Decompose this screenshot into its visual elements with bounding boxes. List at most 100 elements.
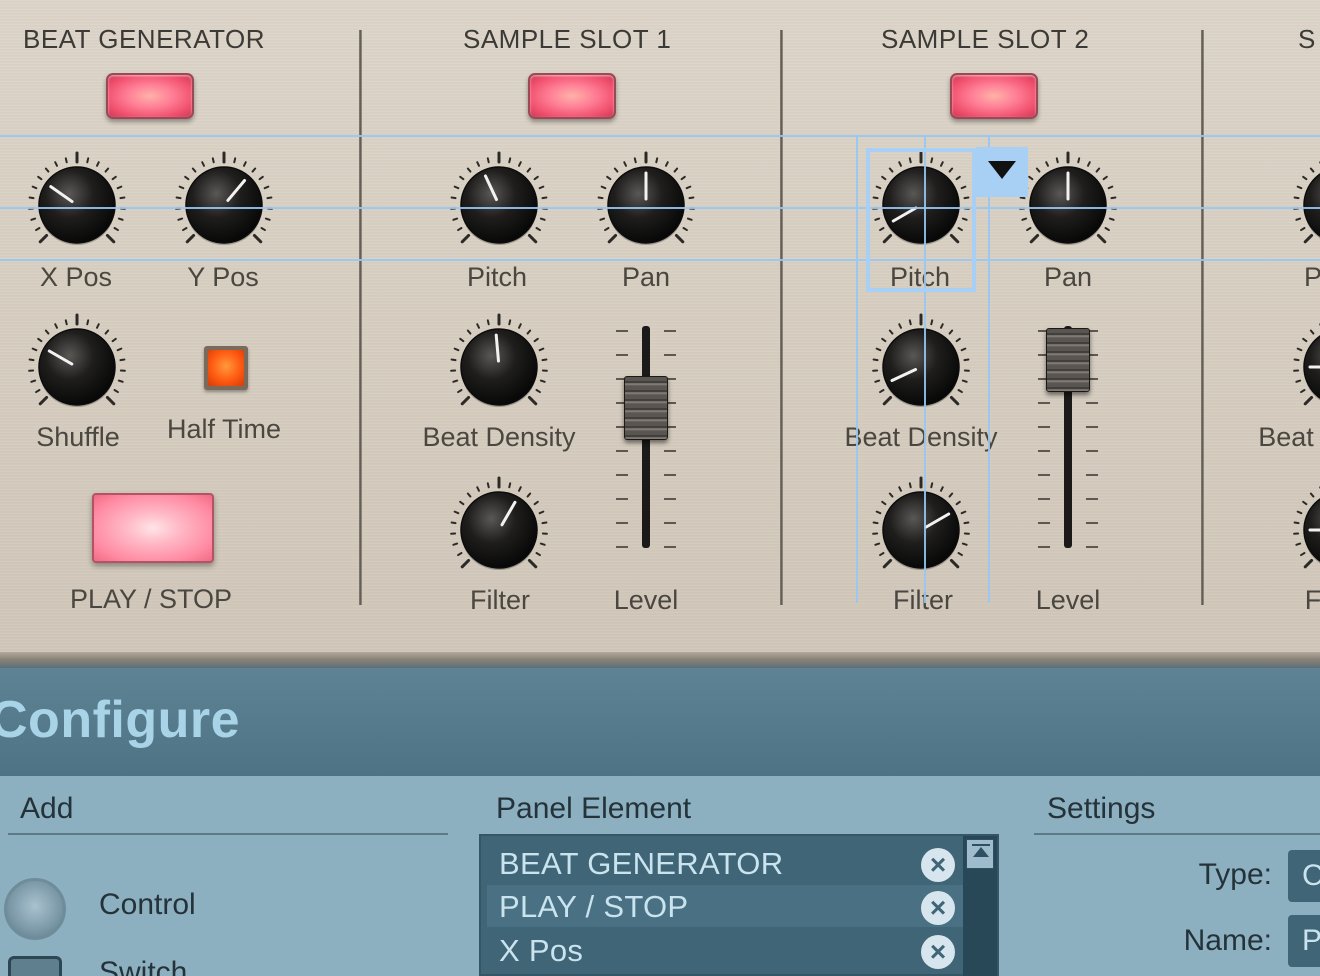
remove-icon[interactable]: × (921, 891, 955, 925)
slot1-filter-knob[interactable] (444, 472, 554, 582)
divider (1034, 833, 1320, 835)
settings-header: Settings (1047, 792, 1156, 825)
y-pos-knob[interactable] (169, 147, 279, 257)
fader-tick (664, 546, 676, 548)
fader-tick (664, 330, 676, 332)
knob-graphic (450, 476, 548, 570)
knob-graphic (1293, 486, 1320, 569)
add-switch-label[interactable]: Switch (99, 956, 187, 976)
fader-tick (1086, 450, 1098, 452)
knob-graphic (1293, 323, 1320, 406)
slot3-pitch-label: P (1303, 262, 1320, 292)
shuffle-label: Shuffle (36, 422, 120, 452)
knob-graphic (597, 151, 695, 245)
alignment-guide (0, 259, 1320, 261)
scroll-top-bar-icon (972, 844, 990, 846)
slot2-beat-density-knob[interactable] (866, 309, 976, 419)
list-item[interactable]: PLAY / STOP × (487, 885, 963, 927)
fader-tick (664, 450, 676, 452)
knob-graphic (450, 151, 548, 245)
list-scrollbar[interactable] (963, 836, 997, 976)
fader-tick (1086, 402, 1098, 404)
slot1-beat-density-knob[interactable] (444, 309, 554, 419)
list-item[interactable]: X Pos × (487, 929, 963, 971)
fader-handle[interactable] (1046, 328, 1090, 392)
slot3-pitch-knob[interactable] (1287, 147, 1320, 257)
slot2-pan-knob[interactable] (1013, 147, 1123, 257)
half-time-switch[interactable] (204, 346, 248, 390)
slot3-filter-label: F (1304, 585, 1320, 615)
list-item-label: PLAY / STOP (499, 889, 689, 924)
slot1-level-fader[interactable] (616, 326, 676, 556)
slot2-pan-label: Pan (1043, 262, 1093, 292)
play-stop-label: PLAY / STOP (69, 584, 233, 614)
fader-tick (1086, 498, 1098, 500)
section-divider (359, 30, 362, 605)
fader-tick (1038, 546, 1050, 548)
fader-tick (1086, 522, 1098, 524)
slot1-beat-density-label: Beat Density (422, 422, 576, 452)
slot1-filter-label: Filter (470, 585, 530, 615)
slot3-filter-knob[interactable] (1287, 472, 1320, 582)
alignment-guide (0, 135, 1320, 137)
instrument-panel: BEAT GENERATOR SAMPLE SLOT 1 SAMPLE SLOT… (0, 0, 1320, 658)
section-title-beat-generator: BEAT GENERATOR (23, 24, 266, 54)
fader-tick (616, 546, 628, 548)
alignment-guide (0, 207, 1320, 209)
list-item-label: BEAT GENERATOR (499, 846, 784, 881)
section-title-sample-slot-3: S (1298, 24, 1316, 54)
x-pos-label: X Pos (39, 262, 113, 292)
name-field[interactable]: P (1288, 915, 1320, 967)
knob-graphic (28, 313, 126, 407)
fader-tick (1038, 450, 1050, 452)
fader-tick (1038, 426, 1050, 428)
fader-tick (1086, 546, 1098, 548)
fader-handle[interactable] (624, 376, 668, 440)
sample-slot-2-enable-button[interactable] (950, 73, 1038, 119)
fader-tick (616, 450, 628, 452)
fader-tick (1038, 474, 1050, 476)
type-field[interactable]: C (1288, 850, 1320, 902)
slot1-pan-knob[interactable] (591, 147, 701, 257)
slot2-beat-density-label: Beat Density (844, 422, 998, 452)
panel-element-list[interactable]: BEAT GENERATOR × PLAY / STOP × X Pos × (479, 834, 999, 976)
y-pos-label: Y Pos (187, 262, 259, 292)
play-stop-button[interactable] (92, 493, 214, 563)
selection-box[interactable] (866, 148, 976, 292)
section-title-sample-slot-1: SAMPLE SLOT 1 (463, 24, 672, 54)
fader-tick (664, 474, 676, 476)
fader-tick (616, 522, 628, 524)
knob-graphic (1019, 151, 1117, 245)
triangle-down-icon (988, 161, 1016, 179)
add-control-label[interactable]: Control (99, 888, 196, 922)
slot2-filter-knob[interactable] (866, 472, 976, 582)
slot1-pan-label: Pan (621, 262, 671, 292)
fader-tick (616, 354, 628, 356)
slot1-pitch-knob[interactable] (444, 147, 554, 257)
sample-slot-1-enable-button[interactable] (528, 73, 616, 119)
slot3-beat-density-knob[interactable] (1287, 309, 1320, 419)
shuffle-knob[interactable] (22, 309, 132, 419)
fader-tick (616, 474, 628, 476)
scroll-up-button[interactable] (966, 839, 994, 869)
slot1-pitch-label: Pitch (466, 262, 528, 292)
list-item[interactable]: BEAT GENERATOR × (487, 842, 963, 884)
remove-icon[interactable]: × (921, 848, 955, 882)
x-pos-knob[interactable] (22, 147, 132, 257)
knob-graphic (1293, 161, 1320, 244)
remove-icon[interactable]: × (921, 935, 955, 969)
fader-tick (664, 522, 676, 524)
slot2-filter-label: Filter (893, 585, 953, 615)
switch-icon[interactable] (8, 956, 62, 976)
slot2-level-fader[interactable] (1038, 326, 1098, 556)
knob-graphic (175, 151, 273, 245)
beat-generator-enable-button[interactable] (106, 73, 194, 119)
add-header: Add (20, 792, 74, 825)
fader-tick (1038, 522, 1050, 524)
selection-menu-button[interactable] (976, 147, 1028, 197)
knob-graphic (872, 313, 970, 407)
knob-icon[interactable] (4, 878, 66, 940)
slot2-level-label: Level (1035, 585, 1101, 615)
configure-title: Configure (0, 691, 241, 749)
alignment-guide (856, 135, 858, 603)
